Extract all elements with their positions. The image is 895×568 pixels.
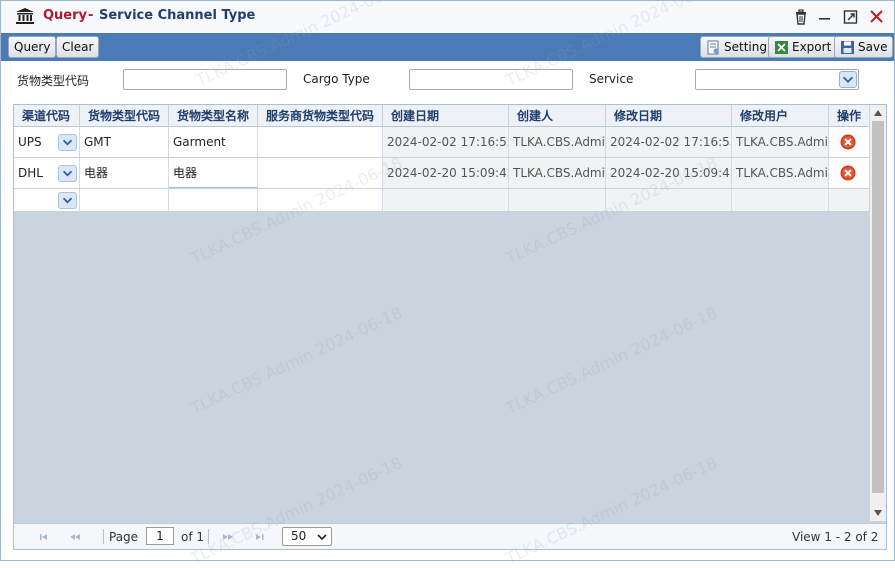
service-label: Service — [589, 72, 634, 86]
save-button-label: Save — [858, 40, 888, 54]
cargo-code-label: 货物类型代码 — [17, 74, 90, 88]
cell-actions — [829, 189, 870, 211]
title-separator: - — [88, 8, 94, 23]
col-modifier[interactable]: 修改用户 — [732, 105, 829, 127]
cell-provider-code[interactable] — [258, 158, 383, 188]
col-creator[interactable]: 创建人 — [509, 105, 606, 127]
cell-creator: TLKA.CBS.Admi — [509, 127, 606, 157]
chevron-down-icon[interactable] — [58, 134, 77, 151]
settings-icon — [707, 40, 719, 54]
chevron-down-icon[interactable] — [58, 165, 77, 182]
cell-provider-code[interactable] — [258, 127, 383, 157]
cell-cargo-code[interactable] — [80, 189, 169, 211]
save-icon — [841, 40, 854, 54]
cell-cargo-code[interactable]: 电器 — [80, 158, 169, 188]
cell-created-date: 2024-02-02 17:16:55 — [383, 127, 509, 157]
col-provider-code[interactable]: 服务商货物类型代码 — [258, 105, 383, 127]
service-select[interactable] — [695, 69, 859, 90]
cell-created-date — [383, 189, 509, 211]
cell-modified-date: 2024-02-02 17:16:55 — [606, 127, 732, 157]
view-range-text: View 1 - 2 of 2 — [792, 530, 879, 544]
cell-modifier: TLKA.CBS.Admi — [732, 127, 829, 157]
page-size-select[interactable]: 50 — [282, 527, 332, 546]
cell-modifier — [732, 189, 829, 211]
maximize-icon[interactable] — [841, 7, 861, 27]
col-actions: 操作 — [829, 105, 870, 127]
table-row-new — [14, 189, 870, 212]
delete-icon[interactable] — [840, 134, 856, 150]
search-panel: 货物类型代码 Cargo Type Service — [1, 61, 894, 99]
cell-modified-date — [606, 189, 732, 211]
cell-created-date: 2024-02-20 15:09:43 — [383, 158, 509, 188]
col-cargo-code[interactable]: 货物类型代码 — [80, 105, 169, 127]
scrollbar-thumb[interactable] — [872, 121, 884, 493]
bank-icon — [16, 8, 34, 24]
page-of-label: of 1 — [181, 530, 205, 544]
cargo-type-label: Cargo Type — [303, 72, 370, 86]
cell-channel-value: UPS — [18, 135, 42, 149]
next-page-icon[interactable] — [221, 531, 235, 543]
cell-modifier: TLKA.CBS.Admi — [732, 158, 829, 188]
table-row: DHL 电器 电器 2024-02-20 15:09:43 TLKA.CBS.A… — [14, 158, 870, 189]
vertical-scrollbar[interactable] — [869, 105, 886, 521]
pager: Page 1 of 1 50 View 1 - 2 of 2 — [14, 523, 886, 549]
setting-button[interactable]: Setting — [700, 36, 773, 58]
cargo-type-input[interactable] — [409, 69, 573, 90]
cell-modified-date: 2024-02-20 15:09:43 — [606, 158, 732, 188]
page-label: Page — [109, 530, 139, 544]
scroll-down-icon[interactable] — [873, 509, 883, 517]
query-button[interactable]: Query — [8, 36, 57, 58]
save-button[interactable]: Save — [834, 36, 894, 58]
col-modified-date[interactable]: 修改日期 — [606, 105, 732, 127]
grid-header: 渠道代码 货物类型代码 货物类型名称 服务商货物类型代码 创建日期 创建人 修改… — [14, 105, 870, 127]
cell-cargo-name[interactable]: 电器 — [169, 158, 258, 188]
prev-page-icon[interactable] — [68, 531, 82, 543]
trash-icon[interactable] — [791, 7, 811, 27]
export-button[interactable]: Export — [768, 36, 838, 58]
toolbar: Query Clear Setting Export Save — [1, 33, 894, 61]
export-button-label: Export — [792, 40, 832, 54]
pager-divider — [103, 529, 104, 544]
query-button-label: Query — [14, 40, 51, 54]
delete-icon[interactable] — [840, 165, 856, 181]
clear-button-label: Clear — [62, 40, 94, 54]
cell-creator — [509, 189, 606, 211]
table-row: UPS GMT Garment 2024-02-02 17:16:55 TLKA… — [14, 127, 870, 158]
title-bar: Query - Service Channel Type — [1, 1, 894, 33]
cell-provider-code[interactable] — [258, 189, 383, 211]
cell-cargo-name[interactable] — [169, 189, 258, 211]
cell-cargo-code[interactable]: GMT — [80, 127, 169, 157]
chevron-down-icon[interactable] — [58, 192, 77, 209]
scroll-up-icon[interactable] — [873, 109, 883, 117]
page-number-input[interactable]: 1 — [146, 527, 174, 545]
cargo-code-input[interactable] — [123, 69, 287, 90]
data-grid: 渠道代码 货物类型代码 货物类型名称 服务商货物类型代码 创建日期 创建人 修改… — [13, 104, 887, 550]
clear-button[interactable]: Clear — [56, 36, 100, 58]
chevron-down-icon[interactable] — [839, 71, 857, 88]
window-subtitle: Service Channel Type — [99, 8, 256, 23]
setting-button-label: Setting — [724, 40, 767, 54]
last-page-icon[interactable] — [252, 531, 266, 543]
close-icon[interactable] — [867, 7, 887, 27]
cell-creator: TLKA.CBS.Admi — [509, 158, 606, 188]
app-window: Query - Service Channel Type Query Clear… — [0, 0, 895, 568]
pager-divider — [208, 529, 209, 544]
first-page-icon[interactable] — [38, 531, 52, 543]
window-title: Query — [43, 8, 88, 23]
export-icon — [775, 40, 788, 54]
cell-channel-value: DHL — [18, 166, 43, 180]
col-created-date[interactable]: 创建日期 — [383, 105, 509, 127]
cell-cargo-name[interactable]: Garment — [169, 127, 258, 157]
chevron-down-icon — [317, 534, 327, 541]
col-channel-code[interactable]: 渠道代码 — [14, 105, 80, 127]
col-cargo-name[interactable]: 货物类型名称 — [169, 105, 258, 127]
page-size-value: 50 — [291, 529, 307, 543]
minimize-icon[interactable] — [815, 7, 835, 27]
